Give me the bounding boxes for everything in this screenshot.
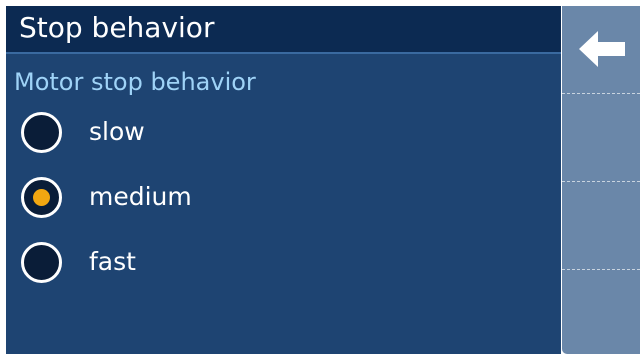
side-slot-2[interactable]: [562, 94, 640, 182]
radio-option-fast[interactable]: fast: [21, 242, 321, 292]
radio-label: slow: [89, 117, 145, 146]
side-slot-4[interactable]: [562, 270, 640, 354]
main-panel: Stop behavior Motor stop behavior slow m…: [6, 6, 561, 354]
side-slot-1: [562, 6, 640, 94]
selected-dot: [33, 189, 50, 206]
radio-label: medium: [89, 182, 192, 211]
radio-button[interactable]: [21, 112, 62, 153]
back-button[interactable]: [562, 6, 640, 93]
arrow-left-icon: [579, 31, 625, 67]
radio-option-medium[interactable]: medium: [21, 177, 321, 227]
title-bar: Stop behavior: [6, 6, 561, 54]
radio-label: fast: [89, 247, 136, 276]
radio-button[interactable]: [21, 242, 62, 283]
radio-option-slow[interactable]: slow: [21, 112, 321, 162]
side-slot-3[interactable]: [562, 182, 640, 270]
screen: Stop behavior Motor stop behavior slow m…: [0, 0, 640, 361]
section-label: Motor stop behavior: [14, 68, 256, 96]
side-panel: [562, 6, 640, 354]
radio-button-selected[interactable]: [21, 177, 62, 218]
page-title: Stop behavior: [19, 11, 215, 44]
